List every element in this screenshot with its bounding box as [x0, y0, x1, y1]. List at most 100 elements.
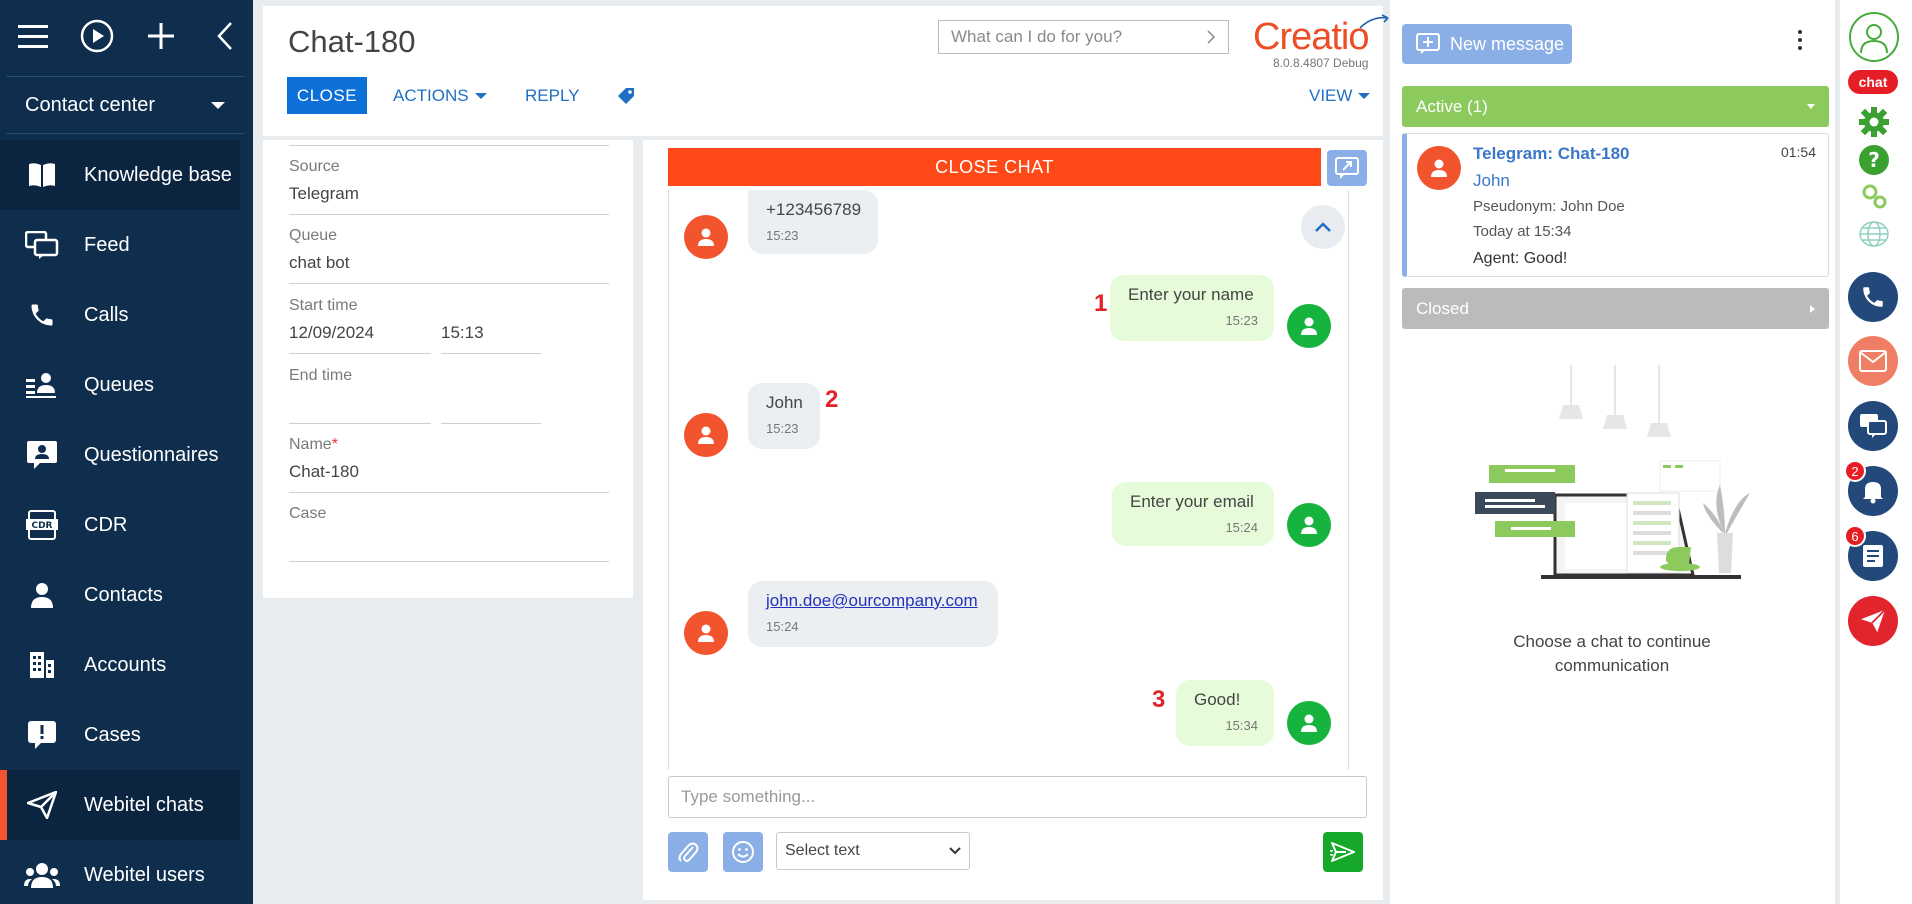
name-label: Name*	[289, 436, 338, 453]
notifications-button[interactable]: 2	[1844, 460, 1898, 516]
close-chat-button[interactable]: CLOSE CHAT	[668, 148, 1321, 186]
call-button[interactable]	[1848, 272, 1898, 322]
sidebar-item-label: Webitel users	[84, 863, 205, 886]
send-icon	[1330, 842, 1355, 862]
sidebar-item-label: CDR	[84, 513, 128, 536]
start-time-field: Start time 12/09/2024 15:13	[289, 297, 609, 354]
email-link[interactable]: john.doe@ourcompany.com	[766, 591, 982, 611]
send-icon	[0, 791, 84, 819]
emoji-button[interactable]	[723, 832, 763, 872]
workplace-selector[interactable]: Contact center	[6, 76, 245, 134]
page-header: Chat-180 What can I do for you? Creatio …	[263, 6, 1389, 136]
attach-button[interactable]	[668, 832, 708, 872]
sidebar-item-webitel-chats[interactable]: Webitel chats	[0, 770, 240, 840]
view-button[interactable]: VIEW	[1309, 77, 1371, 114]
scroll-up-button[interactable]	[1301, 205, 1345, 249]
end-date-input[interactable]	[289, 393, 431, 424]
message-input[interactable]: Type something...	[668, 776, 1367, 818]
message-text: Good!	[1194, 690, 1241, 709]
svg-text:?: ?	[1868, 148, 1880, 172]
sidebar-item-label: Knowledge base	[84, 163, 232, 186]
help-icon[interactable]: ?	[1858, 144, 1890, 176]
send-button[interactable]	[1323, 832, 1363, 872]
message-bubble: john.doe@ourcompany.com 15:24	[748, 581, 998, 647]
sidebar-item-questionnaires[interactable]: Questionnaires	[0, 420, 253, 490]
queue-value[interactable]: chat bot	[289, 253, 609, 284]
chat-card-date: Today at 15:34	[1473, 223, 1572, 240]
creatio-logo: Creatio	[1253, 16, 1369, 58]
reply-button[interactable]: REPLY	[525, 77, 580, 114]
chat-card[interactable]: Telegram: Chat-180 01:54 John Pseudonym:…	[1402, 133, 1829, 277]
message-text: +123456789	[766, 200, 862, 219]
message-time: 15:23	[1225, 313, 1258, 328]
menu-icon[interactable]	[16, 19, 50, 53]
collapse-chevron-icon[interactable]	[208, 19, 242, 53]
tasks-icon	[1863, 545, 1883, 567]
end-time-input[interactable]	[441, 393, 541, 424]
customer-avatar	[684, 413, 728, 457]
sidebar-item-cdr[interactable]: CDR CDR	[0, 490, 253, 560]
system-settings-icon[interactable]	[1858, 180, 1890, 212]
chat-details-panel: Source Telegram Queue chat bot Start tim…	[263, 140, 633, 598]
actions-button[interactable]: ACTIONS	[393, 77, 487, 114]
queue-icon	[0, 371, 84, 399]
user-icon	[698, 624, 714, 642]
caret-down-icon	[1807, 104, 1815, 109]
closed-group-header[interactable]: Closed	[1402, 288, 1829, 329]
sidebar-item-label: Feed	[84, 233, 130, 256]
actions-label: ACTIONS	[393, 85, 469, 105]
chat-card-contact[interactable]: John	[1473, 171, 1510, 191]
email-button[interactable]	[1848, 336, 1898, 386]
sidebar-item-contacts[interactable]: Contacts	[0, 560, 253, 630]
tasks-button[interactable]: 6	[1844, 525, 1898, 581]
tag-button[interactable]	[617, 77, 635, 114]
name-value[interactable]: Chat-180	[289, 462, 609, 493]
sidebar-item-feed[interactable]: Feed	[0, 210, 253, 280]
start-time-input[interactable]: 15:13	[441, 323, 541, 354]
start-date-input[interactable]: 12/09/2024	[289, 323, 431, 354]
new-message-button[interactable]: New message	[1402, 24, 1572, 64]
step-number: 1	[1094, 290, 1108, 317]
tasks-count: 6	[1844, 525, 1866, 547]
search-placeholder: What can I do for you?	[951, 27, 1123, 46]
sidebar-item-accounts[interactable]: Accounts	[0, 630, 253, 700]
webitel-button[interactable]	[1848, 596, 1898, 646]
page-title: Chat-180	[288, 24, 416, 59]
sidebar-item-label: Accounts	[84, 653, 167, 676]
chevron-down-icon	[949, 847, 961, 855]
chat-area: CLOSE CHAT +123456789 15:23 1 Enter your…	[643, 140, 1383, 900]
source-value[interactable]: Telegram	[289, 184, 609, 215]
svg-text:CDR: CDR	[31, 521, 52, 531]
more-options-icon[interactable]	[1798, 30, 1802, 50]
play-icon[interactable]	[80, 19, 114, 53]
profile-avatar[interactable]	[1849, 12, 1899, 62]
chat-status-badge[interactable]: chat	[1848, 70, 1898, 94]
command-search-input[interactable]: What can I do for you?	[938, 20, 1229, 54]
customer-avatar	[684, 215, 728, 259]
sidebar-item-queues[interactable]: Queues	[0, 350, 253, 420]
close-button[interactable]: CLOSE	[287, 77, 367, 114]
case-value[interactable]	[289, 531, 609, 562]
customer-avatar	[1417, 146, 1461, 190]
active-group-header[interactable]: Active (1)	[1402, 86, 1829, 127]
user-icon	[1301, 516, 1317, 534]
user-outline-icon	[1860, 24, 1888, 54]
sidebar-item-cases[interactable]: Cases	[0, 700, 253, 770]
chat-card-timer: 01:54	[1780, 144, 1816, 160]
case-field: Case	[289, 505, 609, 562]
message-bubble: Enter your email 15:24	[1112, 482, 1274, 546]
open-external-button[interactable]	[1327, 150, 1367, 186]
plus-icon[interactable]	[144, 19, 178, 53]
sidebar-item-webitel-users[interactable]: Webitel users	[0, 840, 253, 904]
mail-icon	[1859, 350, 1887, 372]
template-select[interactable]: Select text	[776, 832, 970, 870]
message-list[interactable]: +123456789 15:23 1 Enter your name 15:23…	[668, 190, 1349, 770]
globe-icon[interactable]	[1858, 218, 1890, 250]
chats-button[interactable]	[1848, 401, 1898, 451]
gear-icon[interactable]	[1858, 106, 1890, 138]
chevron-down-icon	[211, 101, 225, 109]
sidebar-item-knowledge-base[interactable]: Knowledge base	[0, 140, 240, 210]
sidebar-item-label: Queues	[84, 373, 155, 396]
sidebar-item-calls[interactable]: Calls	[0, 280, 253, 350]
book-icon	[0, 161, 84, 189]
